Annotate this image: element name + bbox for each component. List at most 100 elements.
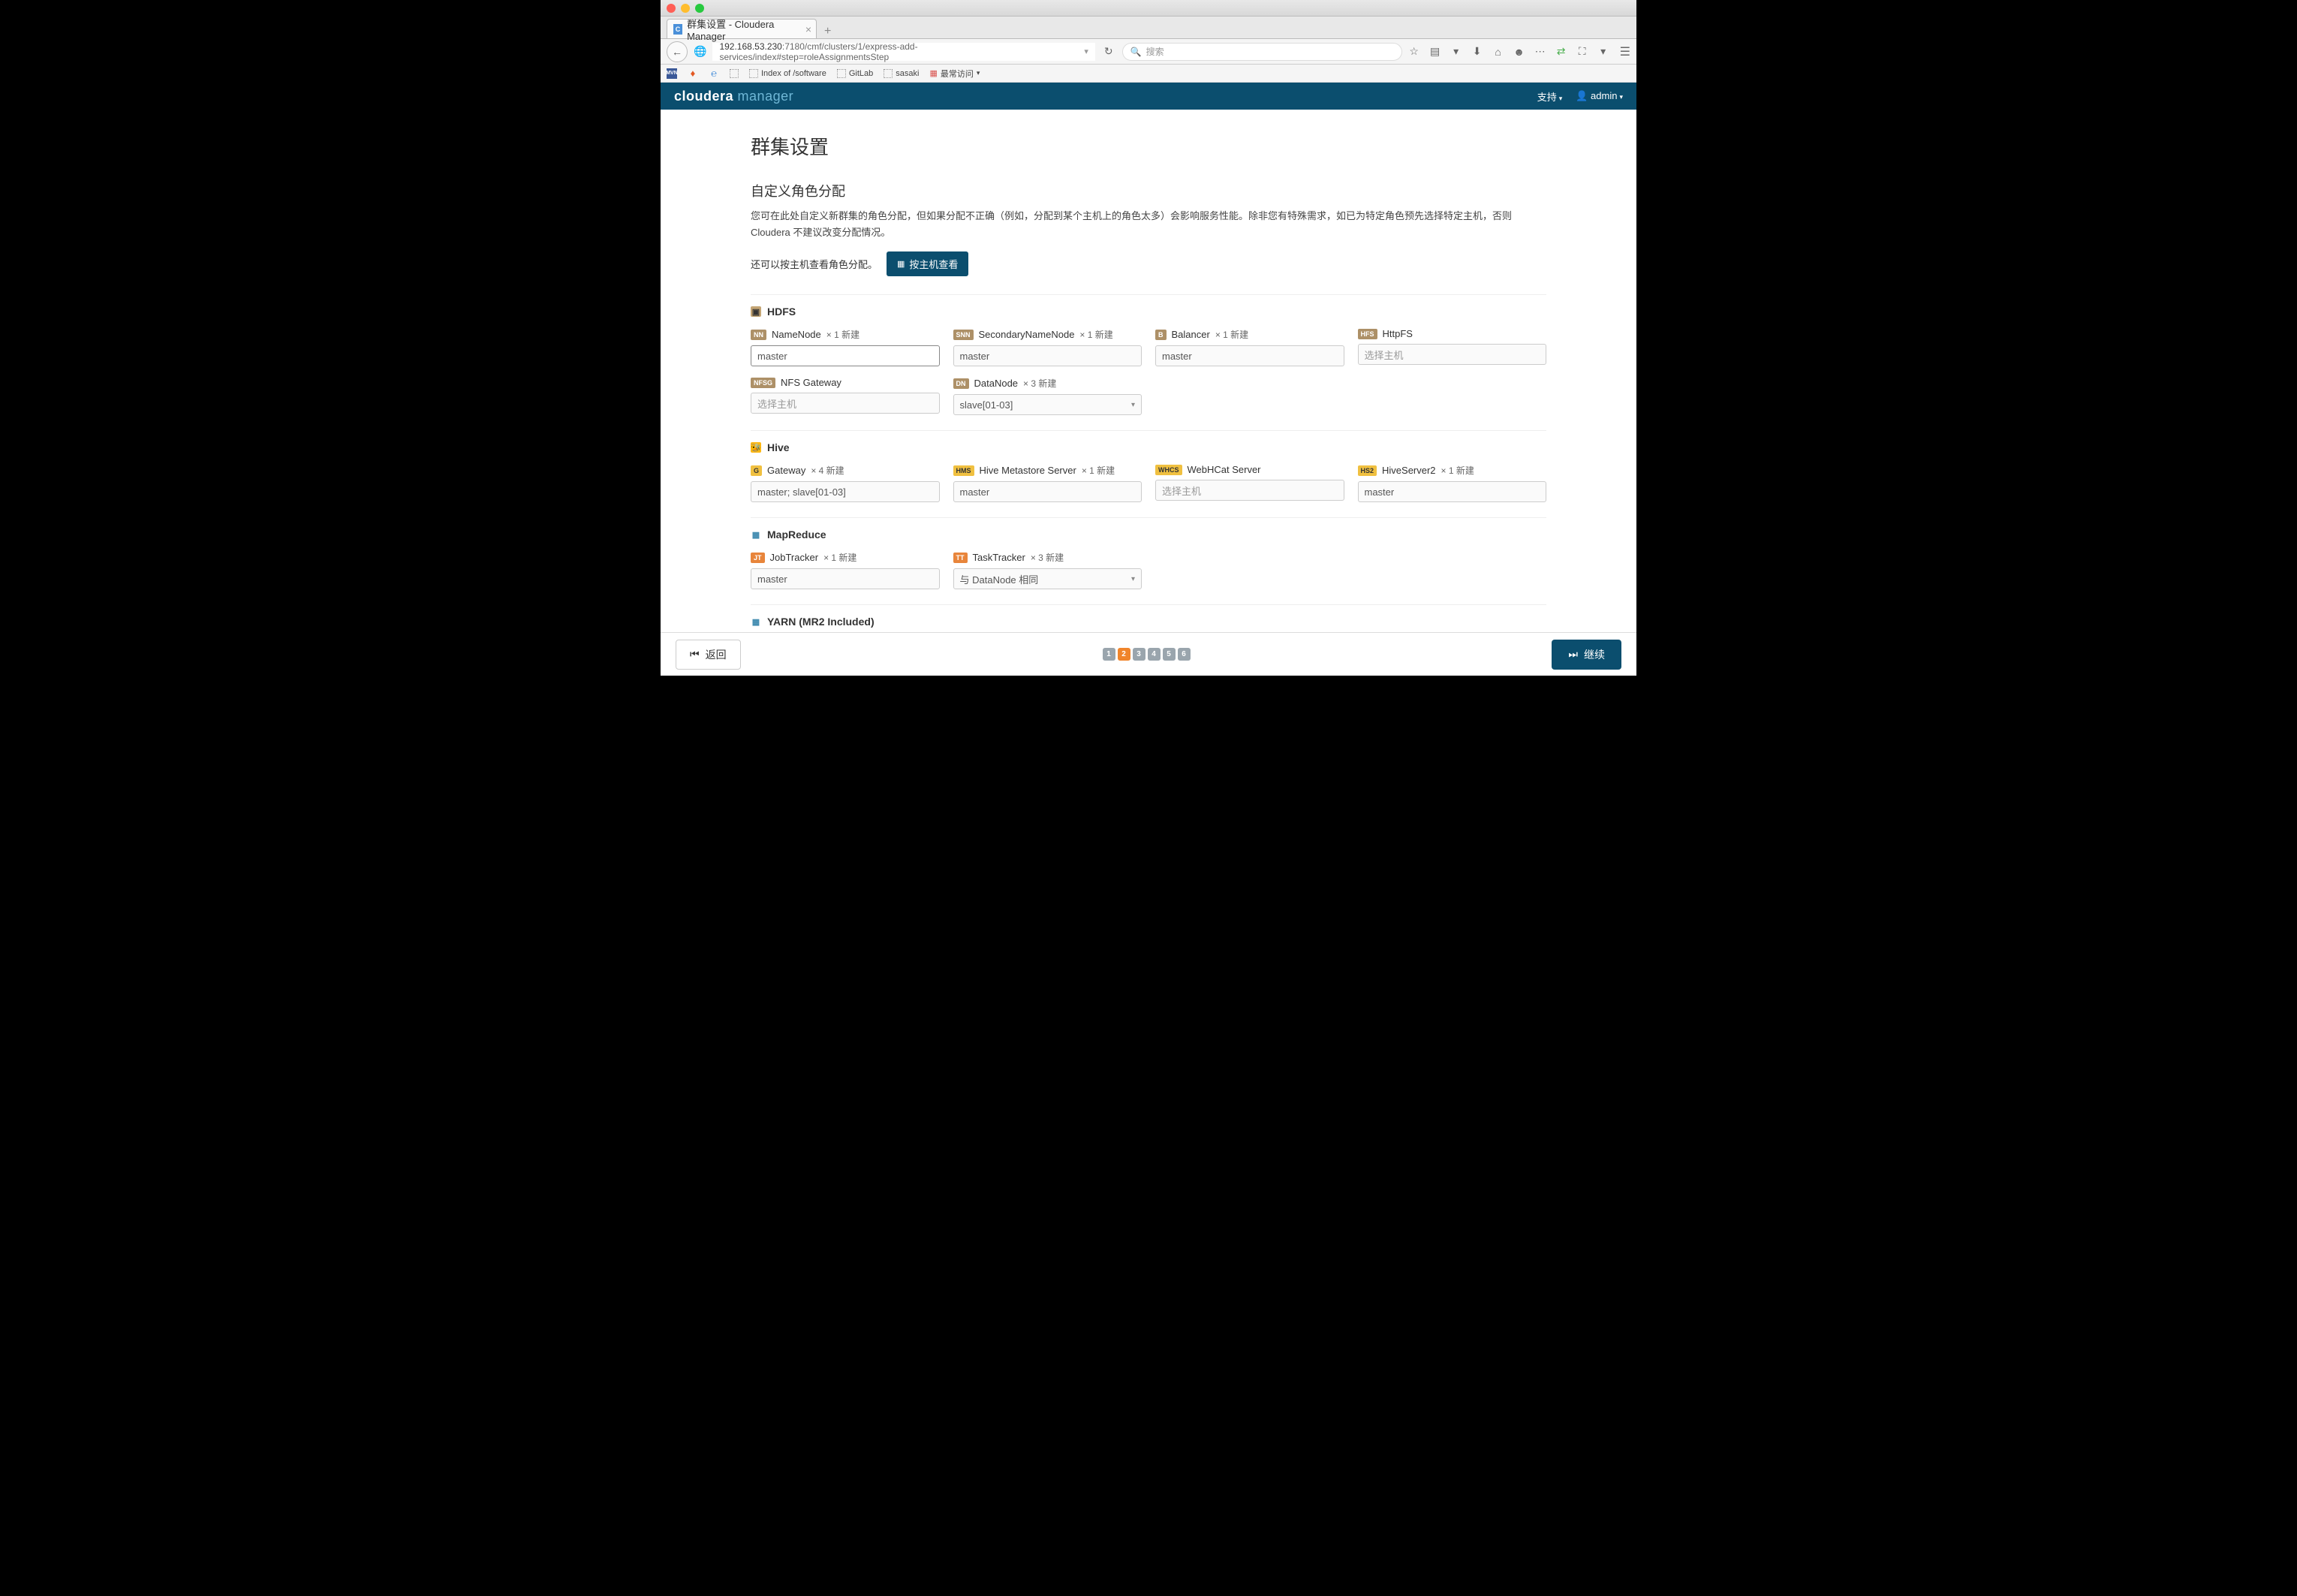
namenode-host-input[interactable]: master	[751, 345, 940, 366]
jobtracker-host-input[interactable]: master	[751, 568, 940, 589]
secondary-namenode-host-input[interactable]: master	[953, 345, 1142, 366]
role-name: Gateway	[767, 465, 805, 476]
globe-icon: 🌐	[694, 45, 706, 58]
mac-titlebar	[661, 0, 1636, 17]
role-name: Balancer	[1172, 329, 1210, 340]
role-badge: NN	[751, 330, 766, 340]
role-badge: B	[1155, 330, 1167, 340]
profile-icon[interactable]: ☻	[1513, 46, 1525, 58]
bookmark-box1[interactable]	[730, 69, 739, 78]
tab-close-icon[interactable]: ×	[805, 23, 811, 35]
tasktracker-host-input[interactable]: 与 DataNode 相同▾	[953, 568, 1142, 589]
new-tab-button[interactable]: +	[817, 25, 838, 38]
toolbar-icon-group: ☆ ▤ ▾ ⬇ ⌂ ☻ ⋯ ⇄ ⛶ ▾	[1408, 45, 1614, 58]
user-menu[interactable]: 👤 admin▾	[1576, 90, 1623, 102]
hiveserver2-host-input[interactable]: master	[1358, 481, 1547, 502]
section-subtitle: 自定义角色分配	[751, 181, 1546, 200]
address-bar[interactable]: 192.168.53.230:7180/cmf/clusters/1/expre…	[712, 43, 1094, 61]
role-name: JobTracker	[770, 552, 819, 563]
role-name: Hive Metastore Server	[980, 465, 1076, 476]
webhcat-host-input[interactable]: 选择主机	[1155, 480, 1344, 501]
role-badge: WHCS	[1155, 465, 1182, 475]
search-icon: 🔍	[1130, 47, 1142, 57]
bookmark-sasaki[interactable]: sasaki	[884, 69, 919, 78]
search-placeholder: 搜索	[1146, 45, 1164, 58]
service-yarn: ▦ YARN (MR2 Included)	[751, 604, 1546, 632]
star-icon[interactable]: ☆	[1408, 45, 1420, 58]
app-header: cloudera manager 支持▾ 👤 admin▾	[661, 83, 1636, 110]
datanode-host-input[interactable]: slave[01-03]▾	[953, 394, 1142, 415]
crop-icon[interactable]: ⛶	[1576, 45, 1588, 58]
service-hdfs: ▣ HDFS NNNameNode× 1 新建 master SNNSecond…	[751, 294, 1546, 430]
support-menu[interactable]: 支持▾	[1537, 89, 1563, 104]
hive-metastore-host-input[interactable]: master	[953, 481, 1142, 502]
hive-gateway-host-input[interactable]: master; slave[01-03]	[751, 481, 940, 502]
nav-back-button[interactable]: ←	[667, 41, 688, 62]
balancer-host-input[interactable]: master	[1155, 345, 1344, 366]
mac-zoom-button[interactable]	[695, 4, 704, 13]
role-badge: G	[751, 465, 762, 476]
bookmark-most-visited[interactable]: ▦最常访问▾	[929, 68, 980, 80]
bookmark-gitlab[interactable]: GitLab	[837, 69, 873, 78]
bookmark-e[interactable]: ℮	[709, 68, 719, 79]
bookmark-mvn[interactable]: MVN	[667, 68, 677, 79]
pager-step-5[interactable]: 5	[1163, 648, 1176, 661]
bookmark-index-sw[interactable]: Index of /software	[749, 69, 826, 78]
role-badge: TT	[953, 553, 968, 563]
dropdown-icon[interactable]: ▾	[1084, 47, 1088, 56]
mac-minimize-button[interactable]	[681, 4, 690, 13]
hive-icon: 🐝	[751, 442, 761, 453]
mapreduce-icon: ▦	[751, 529, 761, 540]
browser-tab-strip: C 群集设置 - Cloudera Manager × +	[661, 17, 1636, 39]
bookmarks-bar: MVN ♦ ℮ Index of /software GitLab sasaki…	[661, 65, 1636, 83]
sync-icon[interactable]: ⇄	[1555, 45, 1567, 58]
role-badge: DN	[953, 378, 969, 389]
pager-step-1[interactable]: 1	[1103, 648, 1115, 661]
service-name: Hive	[767, 441, 790, 453]
role-name: HiveServer2	[1382, 465, 1436, 476]
role-badge: JT	[751, 553, 765, 563]
role-badge: HMS	[953, 465, 974, 476]
back-icon: ⏮	[690, 648, 700, 661]
nfs-gateway-host-input[interactable]: 选择主机	[751, 393, 940, 414]
grid-icon: ▦	[897, 259, 905, 269]
role-name: DataNode	[974, 378, 1019, 389]
role-badge: NFSG	[751, 378, 775, 388]
pager-step-2[interactable]: 2	[1118, 648, 1130, 661]
pager-step-6[interactable]: 6	[1178, 648, 1191, 661]
mac-close-button[interactable]	[667, 4, 676, 13]
view-by-host-label: 还可以按主机查看角色分配。	[751, 257, 878, 271]
wizard-footer: ⏮ 返回 1 2 3 4 5 6 ⏭ 继续	[661, 632, 1636, 676]
role-badge: HFS	[1358, 329, 1377, 339]
role-badge: HS2	[1358, 465, 1377, 476]
pager-step-3[interactable]: 3	[1133, 648, 1145, 661]
more-icon[interactable]: ⋯	[1534, 45, 1546, 58]
search-bar[interactable]: 🔍 搜索	[1122, 43, 1402, 61]
app-logo[interactable]: cloudera manager	[674, 89, 793, 104]
view-by-host-button[interactable]: ▦ 按主机查看	[887, 251, 968, 276]
role-name: SecondaryNameNode	[979, 329, 1075, 340]
library-icon[interactable]: ▤	[1429, 45, 1441, 58]
service-mapreduce: ▦ MapReduce JTJobTracker× 1 新建 master TT…	[751, 517, 1546, 604]
role-name: HttpFS	[1383, 328, 1413, 339]
hdfs-icon: ▣	[751, 306, 761, 317]
pocket-icon[interactable]: ▾	[1450, 45, 1462, 58]
section-description: 您可在此处自定义新群集的角色分配，但如果分配不正确（例如，分配到某个主机上的角色…	[751, 208, 1546, 241]
role-name: NameNode	[772, 329, 821, 340]
download-icon[interactable]: ⬇	[1471, 45, 1483, 58]
chevron-down-icon: ▾	[1131, 401, 1135, 409]
url-host: 192.168.53.230	[719, 41, 781, 52]
httpfs-host-input[interactable]: 选择主机	[1358, 344, 1547, 365]
home-icon[interactable]: ⌂	[1492, 46, 1504, 58]
hamburger-menu[interactable]: ☰	[1620, 44, 1630, 59]
pager-step-4[interactable]: 4	[1148, 648, 1161, 661]
overflow-icon[interactable]: ▾	[1597, 45, 1609, 58]
role-name: WebHCat Server	[1188, 464, 1261, 475]
bookmark-fire[interactable]: ♦	[688, 68, 698, 79]
continue-button[interactable]: ⏭ 继续	[1552, 640, 1621, 670]
browser-tab[interactable]: C 群集设置 - Cloudera Manager ×	[667, 19, 817, 38]
service-name: HDFS	[767, 306, 796, 318]
refresh-button[interactable]: ↻	[1104, 45, 1113, 58]
service-name: YARN (MR2 Included)	[767, 616, 875, 628]
back-button[interactable]: ⏮ 返回	[676, 640, 741, 670]
